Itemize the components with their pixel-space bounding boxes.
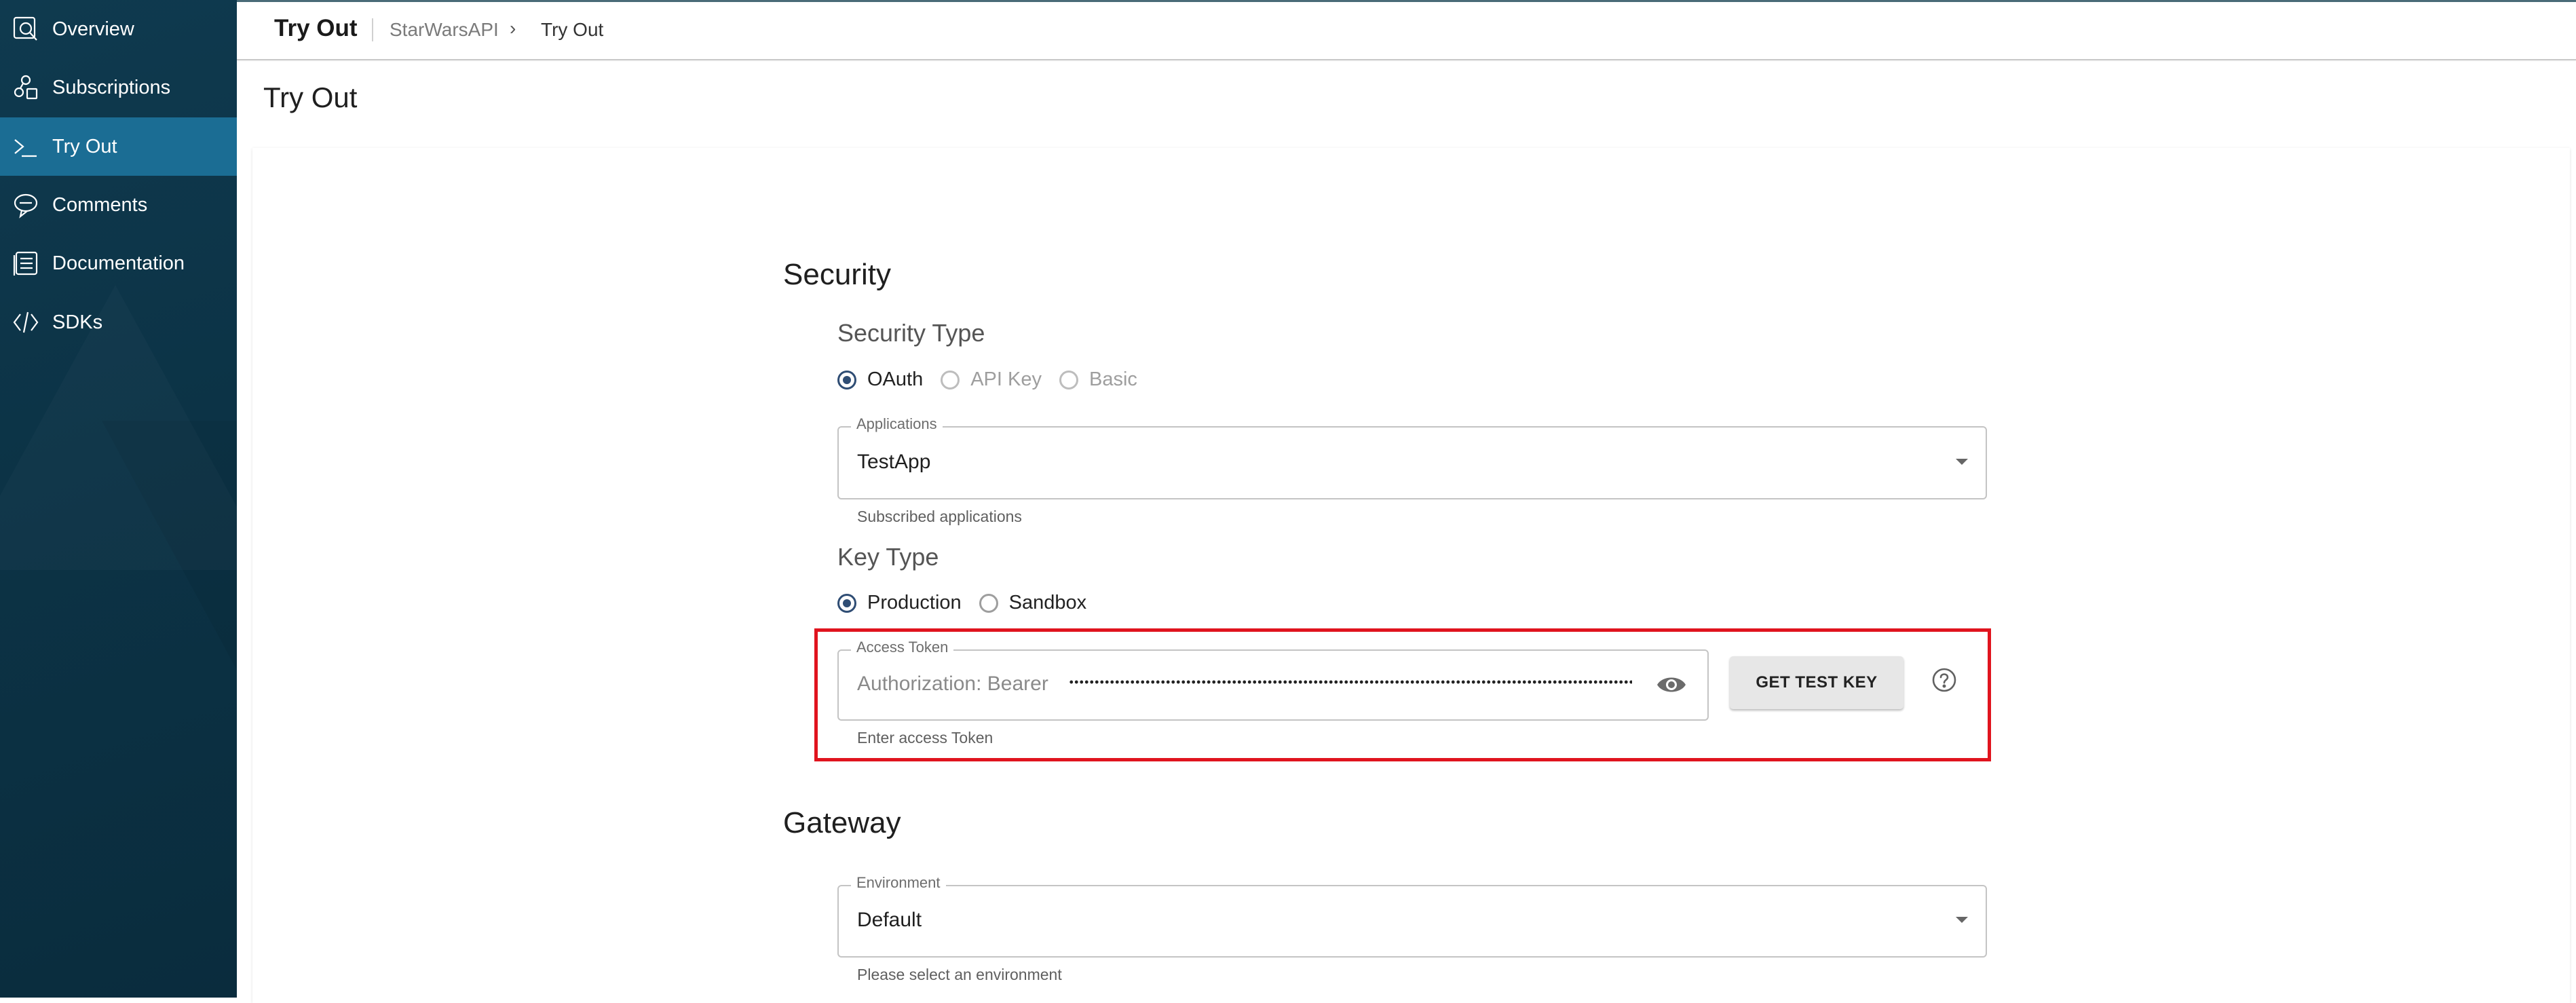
applications-value: TestApp	[857, 451, 931, 473]
radio-label: Basic	[1089, 368, 1137, 390]
terminal-icon	[11, 132, 41, 162]
radio-unchecked-icon	[979, 593, 998, 613]
gateway-heading: Gateway	[783, 806, 901, 839]
radio-label: Production	[867, 592, 962, 613]
sidebar-item-comments[interactable]: Comments	[0, 176, 237, 234]
security-type-group: OAuth API Key Basic	[837, 368, 1155, 391]
subscriptions-icon	[11, 73, 41, 102]
environment-helper: Please select an environment	[857, 966, 1062, 983]
sidebar-item-label: Comments	[52, 194, 148, 216]
try-out-card	[252, 148, 2570, 1003]
radio-api-key[interactable]: API Key	[941, 368, 1042, 391]
environment-label: Environment	[851, 874, 946, 892]
radio-unchecked-icon	[941, 370, 960, 390]
sidebar-item-documentation[interactable]: Documentation	[0, 234, 237, 292]
dropdown-caret-icon	[1956, 917, 1968, 923]
radio-sandbox[interactable]: Sandbox	[979, 592, 1087, 614]
sidebar-item-label: Try Out	[52, 136, 117, 157]
sidebar: Overview Subscriptions Try Out Comments …	[0, 0, 237, 998]
access-token-helper: Enter access Token	[857, 729, 993, 746]
radio-label: Sandbox	[1008, 592, 1087, 613]
sidebar-item-label: SDKs	[52, 311, 103, 333]
header-title: Try Out	[274, 15, 358, 41]
radio-label: API Key	[970, 368, 1042, 390]
sidebar-item-sdks[interactable]: SDKs	[0, 293, 237, 352]
header-bar: Try Out StarWarsAPI › Try Out	[237, 0, 2576, 60]
environment-select[interactable]	[837, 885, 1987, 958]
header-divider	[372, 18, 373, 41]
sidebar-item-overview[interactable]: Overview	[0, 0, 237, 58]
radio-oauth[interactable]: OAuth	[837, 368, 923, 391]
access-token-label: Access Token	[851, 639, 954, 656]
page-title: Try Out	[263, 81, 358, 113]
security-heading: Security	[783, 258, 891, 291]
key-type-label: Key Type	[837, 543, 939, 571]
environment-value: Default	[857, 909, 922, 931]
documentation-icon	[11, 248, 41, 278]
breadcrumb-current: Try Out	[541, 19, 604, 40]
key-type-group: Production Sandbox	[837, 592, 1104, 614]
radio-label: OAuth	[867, 368, 924, 390]
radio-unchecked-icon	[1059, 370, 1078, 390]
security-type-label: Security Type	[837, 319, 985, 347]
access-token-masked-value[interactable]	[1069, 678, 1632, 686]
breadcrumb-chevron-icon: ›	[510, 18, 516, 39]
applications-select[interactable]	[837, 426, 1987, 499]
help-icon[interactable]	[1931, 667, 1957, 693]
visibility-eye-icon[interactable]	[1656, 673, 1687, 696]
applications-helper: Subscribed applications	[857, 508, 1022, 525]
access-token-prefix: Authorization: Bearer	[857, 673, 1048, 695]
sidebar-item-label: Subscriptions	[52, 77, 171, 98]
sidebar-item-subscriptions[interactable]: Subscriptions	[0, 58, 237, 117]
comments-icon	[11, 190, 41, 220]
sidebar-decoration	[102, 421, 237, 746]
overview-icon	[11, 14, 41, 44]
dropdown-caret-icon	[1956, 459, 1968, 465]
code-icon	[11, 307, 41, 337]
header-accent-line	[237, 0, 2576, 2]
radio-basic[interactable]: Basic	[1059, 368, 1137, 391]
get-test-key-button[interactable]: GET TEST KEY	[1730, 656, 1903, 709]
radio-checked-icon	[837, 593, 856, 613]
sidebar-item-label: Documentation	[52, 252, 185, 274]
sidebar-item-label: Overview	[52, 18, 134, 40]
breadcrumb-api-link[interactable]: StarWarsAPI	[390, 19, 499, 41]
radio-checked-icon	[837, 370, 856, 390]
radio-production[interactable]: Production	[837, 592, 962, 614]
sidebar-item-try-out[interactable]: Try Out	[0, 117, 237, 176]
applications-label: Applications	[851, 415, 943, 433]
